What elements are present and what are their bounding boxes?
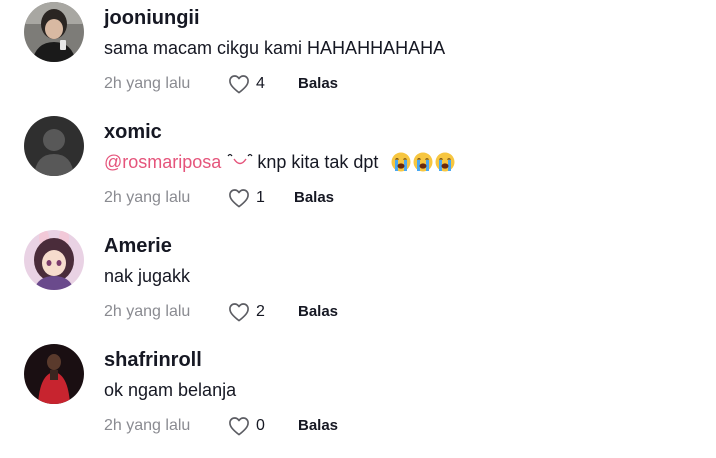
loudly-crying-face-icon: [413, 152, 433, 172]
like-count: 4: [256, 75, 265, 92]
loudly-crying-face-icon: [391, 152, 411, 172]
avatar[interactable]: [24, 344, 84, 404]
like-button[interactable]: 1: [228, 186, 265, 210]
comment-item: jooniungii sama macam cikgu kami HAHAHHA…: [0, 2, 716, 116]
like-button[interactable]: 2: [228, 300, 265, 324]
like-count: 1: [256, 189, 265, 206]
reply-button[interactable]: Balas: [298, 72, 338, 96]
like-count: 2: [256, 303, 265, 320]
mention-link[interactable]: @rosmariposa: [104, 152, 221, 172]
heart-icon: [229, 417, 249, 436]
comment-text-body: knp kita tak dpt: [257, 152, 379, 172]
comment-item: shafrinroll ok ngam belanja 2h yang lalu…: [0, 344, 716, 458]
avatar[interactable]: [24, 116, 84, 176]
like-count: 0: [256, 417, 265, 434]
comment-username[interactable]: Amerie: [104, 234, 172, 258]
avatar[interactable]: [24, 2, 84, 62]
heart-icon: [229, 189, 249, 208]
comment-text: sama macam cikgu kami HAHAHHAHAHA: [104, 38, 446, 58]
reply-button[interactable]: Balas: [294, 186, 334, 210]
comment-time: 2h yang lalu: [104, 417, 191, 434]
like-button[interactable]: 4: [228, 72, 265, 96]
like-button[interactable]: 0: [228, 414, 265, 438]
comment-username[interactable]: xomic: [104, 120, 162, 144]
comment-text: @rosmariposa knp kita tak dpt: [104, 150, 455, 174]
heart-icon: [229, 75, 249, 94]
comment-item: xomic @rosmariposa knp kita tak dpt 2h ya…: [0, 116, 716, 230]
comment-time: 2h yang lalu: [104, 189, 191, 206]
comment-username[interactable]: shafrinroll: [104, 348, 202, 372]
loudly-crying-face-icon: [435, 152, 455, 172]
comment-username[interactable]: jooniungii: [104, 6, 200, 30]
comment-time: 2h yang lalu: [104, 75, 191, 92]
comment-text: nak jugakk: [104, 266, 191, 286]
heart-icon: [229, 303, 249, 322]
comment-item: Amerie nak jugakk 2h yang lalu 2 Balas: [0, 230, 716, 344]
reply-button[interactable]: Balas: [298, 414, 338, 438]
avatar[interactable]: [24, 230, 84, 290]
comment-text: ok ngam belanja: [104, 380, 237, 400]
kaomoji-smile-icon: [227, 153, 253, 165]
comment-time: 2h yang lalu: [104, 303, 191, 320]
reply-button[interactable]: Balas: [298, 300, 338, 324]
